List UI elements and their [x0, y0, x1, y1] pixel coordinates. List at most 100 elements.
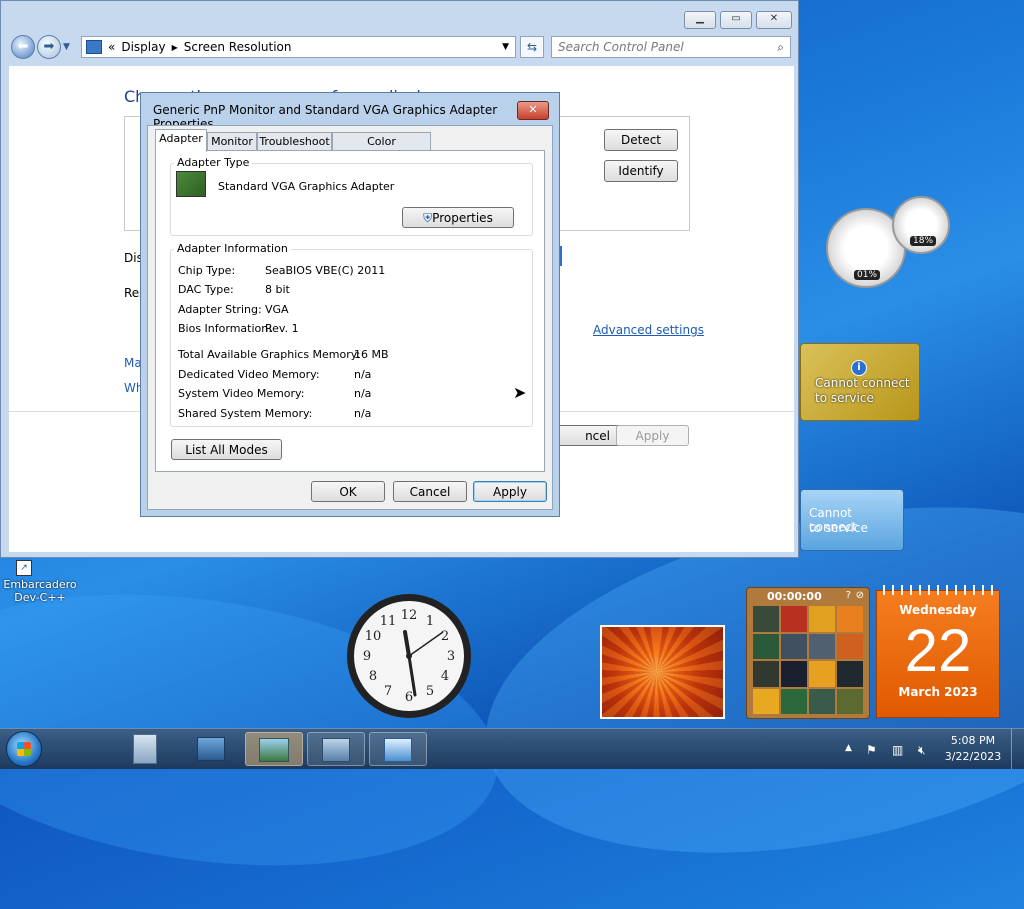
address-bar[interactable]: « Display ▶ Screen Resolution ▼ [81, 36, 516, 58]
picture-icon [259, 738, 289, 762]
chip-type-value: SeaBIOS VBE(C) 2011 [265, 264, 386, 277]
chip-type-label: Chip Type: [178, 264, 236, 277]
forward-button[interactable]: ➡ [37, 35, 61, 59]
weather-gadget[interactable]: i Cannot connect to service [800, 343, 920, 421]
cpu-meter-gadget[interactable]: 01% 18% [826, 196, 951, 291]
mouse-cursor-icon: ➤ [513, 383, 527, 402]
properties-button-label: Properties [432, 211, 493, 225]
show-desktop-button[interactable] [1011, 729, 1024, 769]
search-input[interactable]: Search Control Panel ⌕ [551, 36, 791, 58]
breadcrumb-overflow[interactable]: « [108, 40, 115, 54]
shortcut-label-line2: Dev-C++ [14, 591, 66, 604]
taskbar-item-control-panel[interactable] [369, 732, 427, 766]
breadcrumb-screen-resolution[interactable]: Screen Resolution [184, 40, 292, 54]
taskbar: ▲ ⚑ ▥ 🔇︎ 5:08 PM 3/22/2023 [0, 728, 1024, 769]
adapter-string-label: Adapter String: [178, 303, 262, 316]
total-memory-value: 16 MB [354, 348, 389, 361]
dialog-apply-button[interactable]: Apply [473, 481, 547, 502]
dedicated-memory-value: n/a [354, 368, 372, 381]
dialog-cancel-button[interactable]: Cancel [393, 481, 467, 502]
shared-memory-label: Shared System Memory: [178, 407, 313, 420]
apply-button[interactable]: Apply [616, 425, 689, 446]
network-icon[interactable]: ▥ [892, 743, 903, 757]
list-all-modes-button[interactable]: List All Modes [171, 439, 282, 460]
adapter-string-value: VGA [265, 303, 289, 316]
clock-number-5: 5 [426, 684, 434, 699]
tray-time: 5:08 PM [950, 734, 996, 747]
tab-monitor[interactable]: Monitor [207, 132, 257, 151]
uac-shield-icon: ⛨ [423, 211, 433, 225]
close-window-button[interactable]: ✕ [756, 11, 792, 29]
weather-message-line1: Cannot connect [815, 376, 910, 390]
total-memory-label: Total Available Graphics Memory: [178, 348, 361, 361]
desktop-shortcut-devcpp[interactable]: ↗ Embarcadero Dev-C++ [2, 560, 78, 610]
picture-puzzle-gadget[interactable]: 00:00:00 ? ⊘ [746, 587, 870, 719]
bios-info-label: Bios Information: [178, 322, 272, 335]
computer-icon [197, 737, 225, 761]
calendar-weekday: Wednesday [899, 603, 977, 617]
adapter-type-label: Adapter Type [174, 156, 253, 169]
clock-gadget[interactable]: 12 1 2 3 4 5 6 7 8 9 10 11 [345, 592, 473, 720]
action-center-icon[interactable]: ⚑ [866, 743, 877, 757]
cancel-button[interactable]: ncel [553, 425, 621, 446]
calendar-rings [883, 585, 993, 595]
tab-color-management[interactable]: Color Management [332, 132, 431, 166]
start-button[interactable] [6, 731, 42, 767]
clock-number-11: 11 [380, 614, 397, 629]
clock-number-9: 9 [363, 649, 371, 664]
calendar-month-year: March 2023 [898, 685, 978, 699]
taskbar-item-computer[interactable] [182, 732, 240, 766]
refresh-button[interactable]: ⇆ [520, 36, 544, 58]
devcpp-icon: ↗ [16, 560, 32, 576]
slideshow-gadget[interactable] [600, 625, 725, 719]
show-hidden-icons[interactable]: ▲ [845, 743, 852, 753]
weather-message-line2: to service [815, 391, 874, 405]
calendar-day: 22 [904, 617, 972, 684]
advanced-settings-link[interactable]: Advanced settings [593, 323, 704, 337]
shared-memory-value: n/a [354, 407, 372, 420]
clock-number-7: 7 [384, 684, 392, 699]
back-button[interactable]: ⬅ [11, 35, 35, 59]
flower-photo [602, 627, 723, 717]
history-dropdown-icon[interactable]: ▼ [63, 42, 70, 52]
clock-number-1: 1 [426, 614, 434, 629]
control-panel-taskbar-icon [384, 738, 412, 762]
dac-type-label: DAC Type: [178, 283, 234, 296]
clock-number-12: 12 [401, 608, 418, 623]
volume-muted-icon[interactable]: 🔇︎ [918, 743, 926, 758]
memory-percent: 18% [910, 236, 937, 246]
system-memory-value: n/a [354, 387, 372, 400]
ok-button[interactable]: OK [311, 481, 385, 502]
tab-troubleshoot[interactable]: Troubleshoot [257, 132, 332, 151]
graphics-card-icon [176, 171, 206, 197]
taskbar-item-files[interactable] [116, 732, 174, 766]
dialog-close-button[interactable]: ✕ [517, 101, 549, 120]
calendar-gadget[interactable]: Wednesday 22 March 2023 [876, 585, 1000, 718]
clock-tray[interactable]: 5:08 PM 3/22/2023 [940, 733, 1006, 765]
clock-number-2: 2 [441, 629, 449, 644]
puzzle-close-icon[interactable]: ⊘ [856, 590, 864, 601]
minimize-button[interactable]: ▁ [684, 11, 716, 29]
search-icon: ⌕ [777, 40, 784, 54]
clock-number-4: 4 [441, 669, 449, 684]
puzzle-grid [753, 606, 863, 714]
shortcut-label-line1: Embarcadero [3, 578, 77, 591]
maximize-button[interactable]: ▭ [720, 11, 752, 29]
breadcrumb-separator-icon: ▶ [171, 42, 178, 52]
detect-button[interactable]: Detect [604, 129, 678, 151]
cpu-percent: 01% [854, 270, 881, 280]
tab-adapter[interactable]: Adapter [155, 129, 207, 152]
clock-number-10: 10 [365, 629, 382, 644]
taskbar-item-display[interactable] [245, 732, 303, 766]
feed-gadget[interactable]: Cannot connect to service [800, 489, 904, 551]
taskbar-item-remote-desktop[interactable] [307, 732, 365, 766]
breadcrumb-display[interactable]: Display [121, 40, 165, 54]
adapter-properties-button[interactable]: ⛨Properties [402, 207, 514, 228]
adapter-properties-dialog: Generic PnP Monitor and Standard VGA Gra… [140, 92, 560, 517]
tray-date: 3/22/2023 [944, 750, 1002, 763]
adapter-name: Standard VGA Graphics Adapter [218, 180, 395, 193]
address-dropdown-icon[interactable]: ▼ [502, 42, 509, 52]
adapter-info-label: Adapter Information [174, 242, 291, 255]
puzzle-help-icon[interactable]: ? [846, 590, 851, 601]
identify-button[interactable]: Identify [604, 160, 678, 182]
